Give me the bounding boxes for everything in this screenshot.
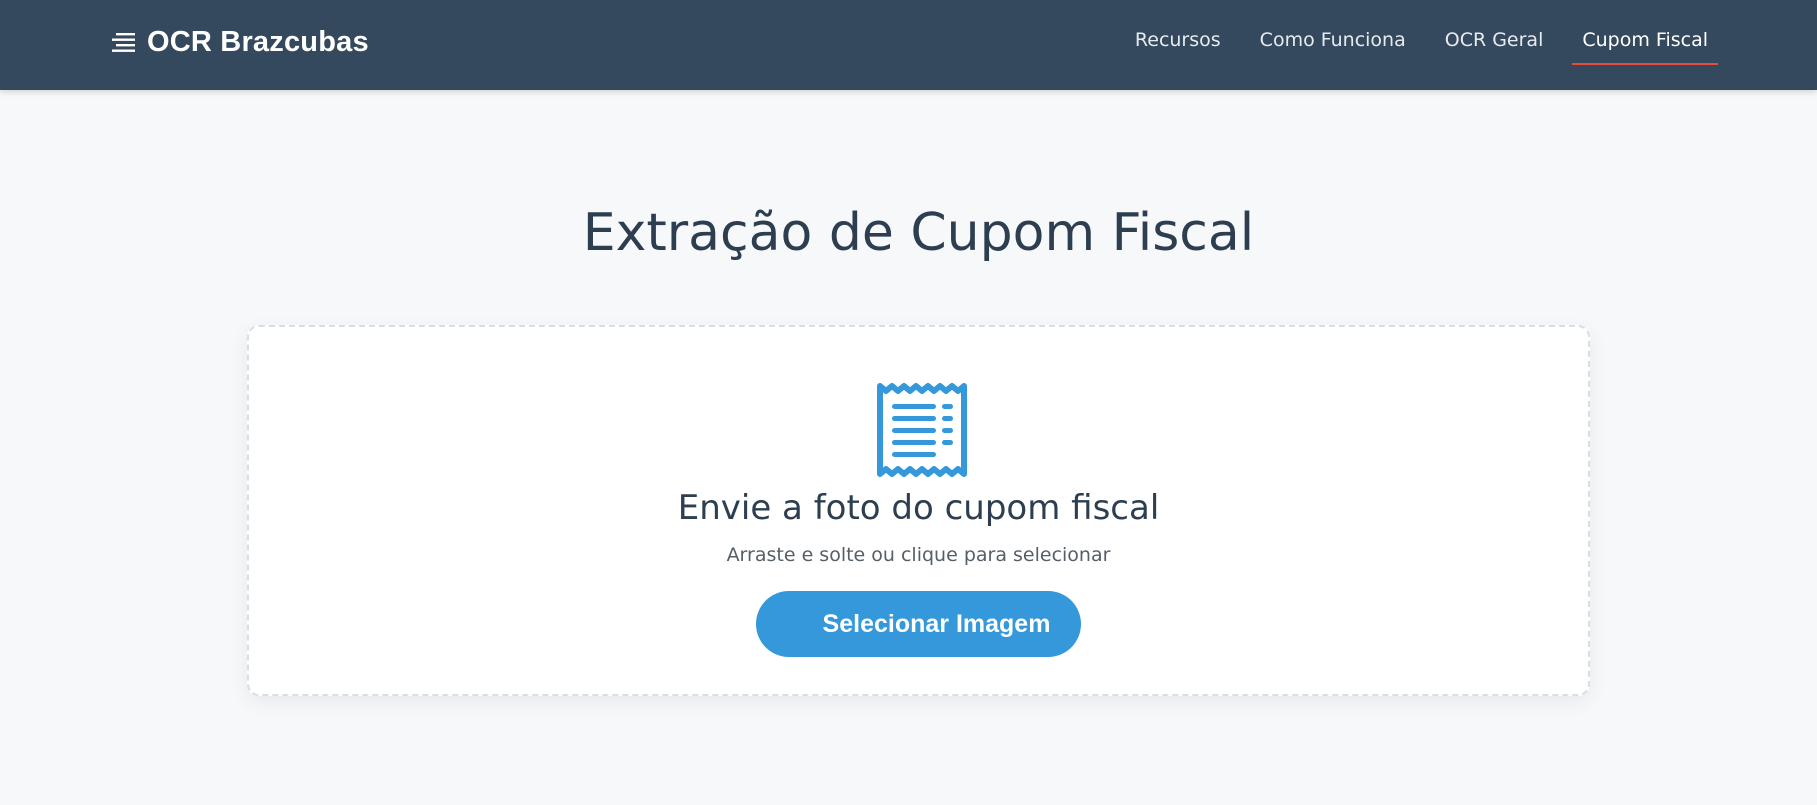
align-left-icon — [111, 31, 137, 53]
upload-title: Envie a foto do cupom fiscal — [677, 488, 1160, 528]
nav-link-recursos[interactable]: Recursos — [1125, 0, 1231, 80]
nav-link-ocr-geral[interactable]: OCR Geral — [1435, 0, 1554, 80]
receipt-icon — [876, 382, 968, 478]
top-navbar: OCR Brazcubas Recursos Como Funciona OCR… — [0, 0, 1817, 90]
select-image-button[interactable]: Selecionar Imagem — [756, 591, 1081, 657]
main-nav: Recursos Como Funciona OCR Geral Cupom F… — [1106, 0, 1718, 80]
upload-dropzone[interactable]: Envie a foto do cupom fiscal Arraste e s… — [247, 325, 1590, 696]
brand-link[interactable]: OCR Brazcubas — [111, 22, 369, 62]
upload-subtitle: Arraste e solte ou clique para seleciona… — [726, 544, 1111, 566]
nav-link-como-funciona[interactable]: Como Funciona — [1250, 0, 1416, 80]
brand-name: OCR Brazcubas — [147, 25, 369, 58]
page-title: Extração de Cupom Fiscal — [582, 203, 1255, 263]
nav-link-cupom-fiscal[interactable]: Cupom Fiscal — [1572, 0, 1718, 80]
